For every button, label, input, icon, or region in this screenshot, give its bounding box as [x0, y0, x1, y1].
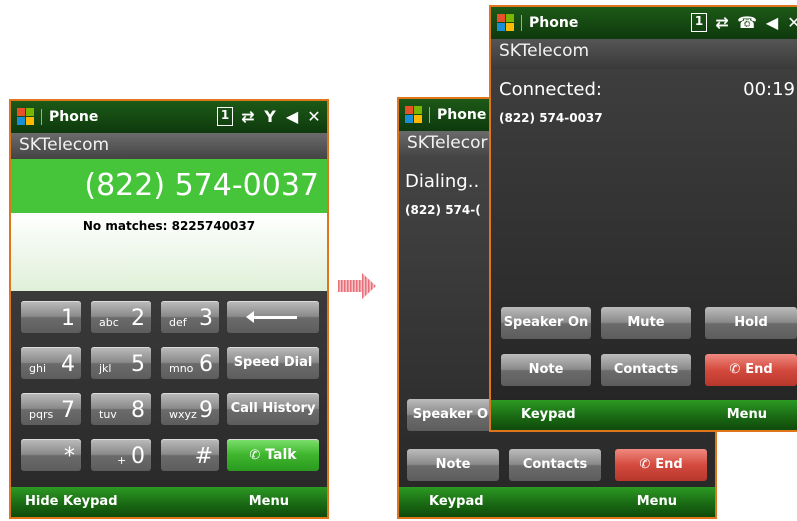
note-button[interactable]: Note	[407, 449, 499, 481]
end-label: End	[655, 457, 683, 472]
data-connection-icon[interactable]: ⇄	[241, 107, 255, 126]
end-call-button[interactable]: ✆ End	[705, 354, 797, 386]
key-letters: +	[117, 454, 127, 467]
backspace-button[interactable]	[227, 301, 319, 333]
key-0[interactable]: + 0	[91, 439, 151, 471]
key-letters: def	[169, 316, 187, 329]
key-digit: 9	[199, 398, 213, 423]
contacts-button[interactable]: Contacts	[601, 354, 691, 386]
carrier-name: SKTelecom	[11, 133, 327, 159]
softkey-bar: Keypad Menu	[491, 400, 797, 430]
contacts-button[interactable]: Contacts	[509, 449, 601, 481]
key-letters: mno	[169, 362, 194, 375]
keypad: 1 abc 2 def 3 ghi 4 jkl 5 mno 6 Speed Di…	[11, 291, 327, 487]
key-letters: pqrs	[29, 408, 54, 421]
active-call-icon[interactable]: ☎	[737, 13, 757, 32]
contact-match-area: No matches: 8225740037	[11, 213, 327, 291]
key-letters: tuv	[99, 408, 117, 421]
windows-start-icon[interactable]	[497, 14, 515, 32]
key-digit: 0	[131, 444, 145, 469]
softkey-menu[interactable]: Menu	[249, 494, 289, 509]
mute-button[interactable]: Mute	[601, 307, 691, 339]
key-2[interactable]: abc 2	[91, 301, 151, 333]
data-connection-icon[interactable]: ⇄	[715, 13, 729, 32]
key-5[interactable]: jkl 5	[91, 347, 151, 379]
key-hash[interactable]: #	[161, 439, 219, 471]
title-bar: Phone 1 ⇄ ☎ ◀ ✕	[491, 7, 797, 39]
phone-dialer-screen: Phone 1 ⇄ Y ◀ ✕ SKTelecom (822) 574-0037…	[9, 99, 329, 519]
key-3[interactable]: def 3	[161, 301, 219, 333]
end-call-button[interactable]: ✆ End	[615, 449, 707, 481]
title-separator	[429, 107, 430, 123]
windows-start-icon[interactable]	[405, 106, 423, 124]
note-button[interactable]: Note	[501, 354, 591, 386]
title-bar: Phone 1 ⇄ Y ◀ ✕	[11, 101, 327, 133]
key-9[interactable]: wxyz 9	[161, 393, 219, 425]
key-digit: 4	[61, 352, 75, 377]
key-4[interactable]: ghi 4	[21, 347, 81, 379]
softkey-menu[interactable]: Menu	[727, 407, 767, 422]
call-number: (822) 574-0037	[499, 111, 603, 125]
end-label: End	[745, 362, 773, 377]
windows-start-icon[interactable]	[17, 108, 35, 126]
volume-icon[interactable]: ◀	[765, 13, 779, 32]
backspace-arrow-icon	[246, 311, 297, 323]
carrier-name: SKTelecom	[491, 39, 797, 69]
key-letters: jkl	[99, 362, 112, 375]
app-title: Phone	[529, 15, 579, 31]
key-letters: abc	[99, 316, 119, 329]
title-separator	[521, 15, 522, 31]
key-digit: 3	[199, 306, 213, 331]
speed-dial-button[interactable]: Speed Dial	[227, 347, 319, 379]
key-7[interactable]: pqrs 7	[21, 393, 81, 425]
key-digit: 5	[131, 352, 145, 377]
key-letters: ghi	[29, 362, 47, 375]
key-digit: 8	[131, 398, 145, 423]
key-digit: *	[64, 444, 75, 469]
softkey-bar: Hide Keypad Menu	[11, 487, 327, 517]
phone-handset-icon: ✆	[249, 448, 261, 463]
key-digit: #	[194, 444, 213, 469]
call-timer: 00:19	[743, 79, 795, 100]
close-icon[interactable]: ✕	[787, 13, 797, 32]
app-title: Phone	[49, 109, 99, 125]
softkey-hide-keypad[interactable]: Hide Keypad	[25, 494, 118, 509]
key-star[interactable]: *	[21, 439, 81, 471]
volume-icon[interactable]: ◀	[285, 107, 299, 126]
softkey-menu[interactable]: Menu	[637, 494, 677, 509]
key-1[interactable]: 1	[21, 301, 81, 333]
call-status: Connected:	[499, 79, 602, 100]
softkey-keypad[interactable]: Keypad	[521, 407, 576, 422]
line-indicator-icon: 1	[691, 13, 708, 32]
phone-handset-icon: ✆	[639, 457, 651, 472]
line-indicator-icon: 1	[217, 107, 233, 126]
phone-connected-screen: Phone 1 ⇄ ☎ ◀ ✕ SKTelecom Connected: 00:…	[489, 5, 797, 432]
close-icon[interactable]: ✕	[307, 107, 321, 126]
softkey-bar: Keypad Menu	[399, 487, 715, 517]
key-digit: 7	[61, 398, 75, 423]
match-text: No matches: 8225740037	[82, 219, 256, 233]
title-separator	[41, 109, 42, 125]
key-digit: 1	[61, 306, 75, 331]
speaker-on-button[interactable]: Speaker On	[501, 307, 591, 339]
status-icons: 1 ⇄ Y ◀ ✕	[217, 107, 321, 126]
key-digit: 2	[131, 306, 145, 331]
phone-handset-icon: ✆	[729, 362, 741, 377]
transition-arrow-icon	[338, 273, 376, 299]
app-title: Phone	[437, 107, 487, 123]
key-digit: 6	[199, 352, 213, 377]
dialed-number: (822) 574-0037	[11, 159, 327, 213]
key-6[interactable]: mno 6	[161, 347, 219, 379]
key-8[interactable]: tuv 8	[91, 393, 151, 425]
softkey-keypad[interactable]: Keypad	[429, 494, 484, 509]
talk-button[interactable]: ✆ Talk	[227, 439, 319, 471]
signal-strength-icon[interactable]: Y	[263, 107, 277, 126]
call-history-button[interactable]: Call History	[227, 393, 319, 425]
status-icons: 1 ⇄ ☎ ◀ ✕	[691, 13, 797, 32]
call-status: Dialing..	[405, 171, 480, 192]
talk-label: Talk	[265, 447, 297, 463]
call-number: (822) 574-(	[405, 203, 481, 217]
key-letters: wxyz	[169, 408, 197, 421]
hold-button[interactable]: Hold	[705, 307, 797, 339]
